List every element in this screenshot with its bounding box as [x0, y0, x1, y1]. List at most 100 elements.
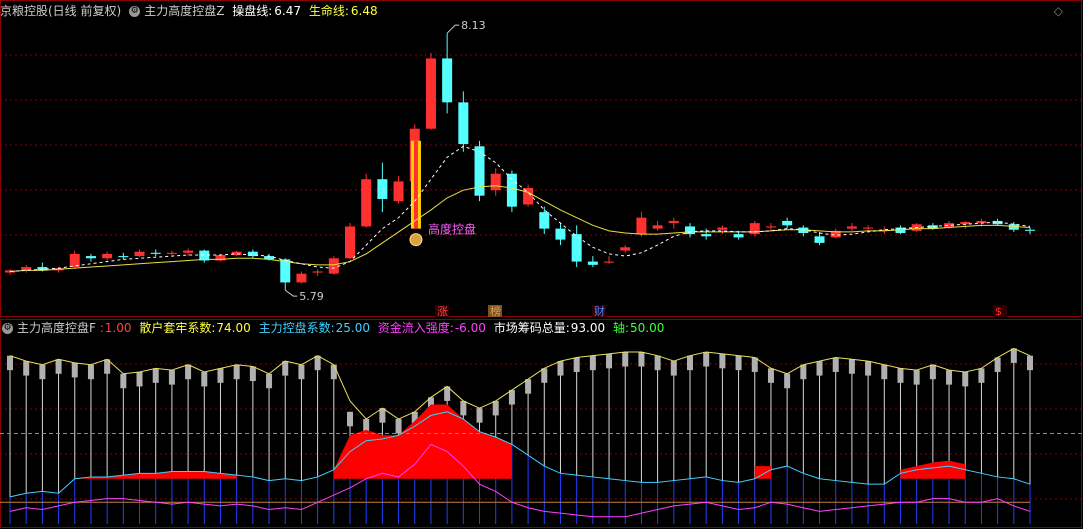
candle-body: [814, 236, 825, 243]
signal-label: 高度控盘: [428, 222, 476, 237]
bar-cap: [120, 373, 127, 389]
candle-body: [539, 212, 550, 229]
candle-body: [652, 225, 663, 229]
bar-cap: [654, 355, 661, 371]
candle-body: [685, 226, 695, 235]
candle-body: [393, 181, 404, 202]
bar-cap: [1010, 348, 1017, 363]
candle-body: [587, 261, 598, 265]
min-pointer: [284, 289, 298, 297]
bar-cap: [7, 355, 13, 371]
candle-body: [733, 234, 744, 238]
yellow-envelope-line: [9, 347, 1031, 420]
bar-cap: [136, 371, 143, 387]
bar-cap: [767, 368, 774, 383]
bar-cap: [606, 353, 613, 369]
panel-border: [0, 0, 1082, 317]
candle-body: [636, 217, 647, 235]
candle-body: [668, 220, 679, 224]
red-fill-area: [900, 460, 966, 479]
bar-cap: [87, 364, 94, 380]
candle-body: [442, 58, 453, 103]
event-marker: 财: [594, 304, 605, 318]
bar-cap: [881, 364, 888, 380]
candle-body: [474, 146, 485, 196]
candle-body: [328, 258, 339, 274]
candle-body: [118, 256, 129, 258]
min-price-label: 5.79: [299, 290, 324, 303]
sub-chart: [0, 319, 1083, 528]
candle-body: [183, 250, 194, 253]
bar-cap: [379, 408, 386, 423]
candle-body: [345, 226, 355, 259]
bar-cap: [751, 357, 758, 372]
bar-cap: [330, 364, 337, 380]
bar-cap: [832, 357, 839, 372]
max-price-label: 8.13: [461, 19, 486, 32]
bar-cap: [703, 352, 710, 367]
bar-cap: [784, 373, 791, 389]
candle-body: [1025, 229, 1035, 231]
bar-cap: [298, 364, 305, 380]
bar-cap: [217, 368, 224, 383]
bar-cap: [395, 419, 402, 434]
candle-body: [150, 252, 161, 254]
bar-cap: [897, 368, 904, 383]
bar-cap: [800, 364, 807, 380]
candle-body: [555, 228, 566, 240]
event-marker: $: [995, 305, 1002, 318]
bar-cap: [962, 371, 969, 387]
bar-cap: [687, 355, 693, 371]
bar-cap: [233, 364, 240, 380]
candle-body: [863, 227, 874, 229]
candle-body: [765, 226, 776, 228]
candle-body: [312, 271, 323, 273]
bar-cap: [55, 359, 62, 374]
bar-cap: [589, 355, 596, 371]
bar-cap: [719, 353, 726, 369]
candle-body: [749, 223, 760, 235]
bar-cap: [185, 364, 192, 380]
bar-cap: [638, 352, 645, 367]
max-pointer: [446, 24, 460, 34]
candle-body: [490, 173, 501, 191]
bar-cap: [735, 355, 742, 371]
bar-cap: [1027, 355, 1033, 371]
candle-body: [166, 252, 177, 254]
bar-cap: [865, 361, 872, 376]
bar-cap: [816, 361, 823, 376]
bar-cap: [266, 373, 273, 389]
candle-body: [280, 259, 291, 283]
candle-body: [85, 256, 96, 259]
bar-cap: [541, 368, 548, 383]
bar-cap: [201, 371, 208, 387]
candle-body: [620, 247, 631, 251]
bar-cap: [525, 379, 532, 394]
bar-cap: [249, 366, 256, 382]
bar-cap: [476, 408, 483, 423]
candle-body: [361, 179, 372, 227]
event-marker: 榜: [490, 304, 501, 318]
bar-cap: [557, 361, 564, 376]
bar-cap: [39, 364, 46, 380]
bar-cap: [994, 357, 1001, 372]
bar-cap: [573, 357, 580, 372]
candle-body: [717, 227, 728, 230]
bar-cap: [622, 352, 629, 367]
bar-cap: [347, 411, 353, 427]
candle-body: [377, 179, 388, 199]
bar-cap: [460, 400, 467, 416]
money-bag-icon: [409, 233, 423, 247]
bar-cap: [913, 370, 920, 385]
candle-body: [782, 220, 793, 226]
bar-cap: [168, 370, 175, 385]
candle-body: [458, 102, 469, 145]
signal-candle-core: [413, 140, 418, 229]
bar-cap: [23, 361, 30, 376]
candle-body: [846, 226, 857, 229]
ma-yellow-line: [9, 185, 1031, 272]
candle-body: [523, 188, 534, 205]
event-marker: 涨: [437, 305, 448, 318]
main-chart: 8.13 5.79 高度控盘涨 榜 财 $: [0, 0, 1083, 318]
bar-cap: [848, 359, 855, 374]
